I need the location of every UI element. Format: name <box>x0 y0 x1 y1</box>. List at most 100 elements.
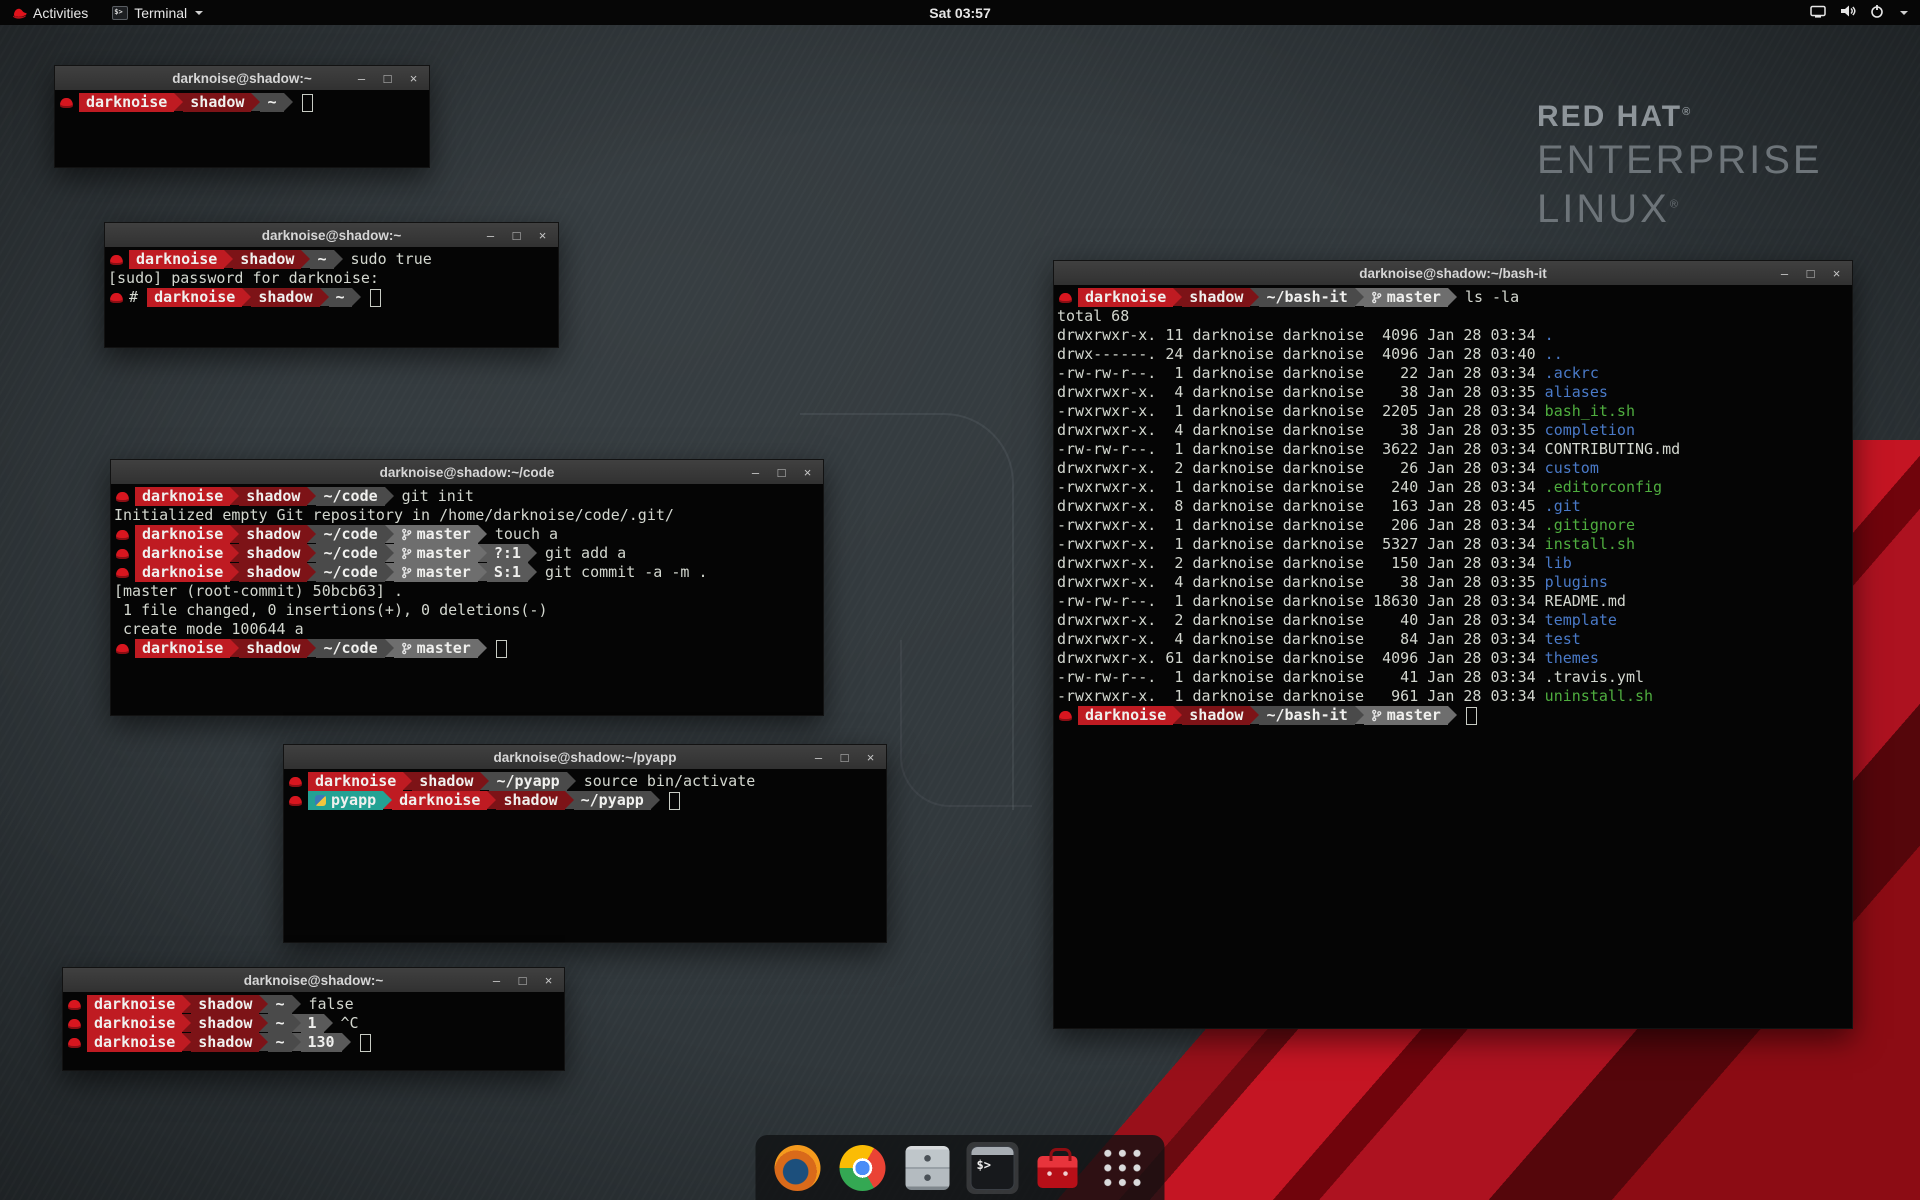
terminal-text: sudo true <box>351 250 432 269</box>
terminal-text: git init <box>402 487 474 506</box>
terminal-text: [sudo] password for darknoise: <box>108 269 388 288</box>
powerline-arrow <box>324 1014 333 1032</box>
terminal-text: ls -la <box>1465 288 1519 307</box>
terminal-text: drwx------. 24 darknoise darknoise 4096 … <box>1057 345 1545 364</box>
terminal-text: install.sh <box>1545 535 1635 554</box>
powerline-arrow <box>230 525 239 543</box>
prompt-segment-host: shadow <box>191 1033 259 1052</box>
prompt-segment-user: darknoise <box>87 1014 182 1033</box>
terminal-text: drwxrwxr-x. 2 darknoise darknoise 40 Jan… <box>1057 611 1545 630</box>
window-title: darknoise@shadow:~ <box>262 228 402 243</box>
minimize-button[interactable]: – <box>749 466 762 479</box>
window-titlebar[interactable]: darknoise@shadow:~/bash-it – □ × <box>1054 261 1852 286</box>
minimize-button[interactable]: – <box>490 974 503 987</box>
window-titlebar[interactable]: darknoise@shadow:~/pyapp – □ × <box>284 745 886 770</box>
prompt-segment-user: darknoise <box>308 772 403 791</box>
minimize-button[interactable]: – <box>484 229 497 242</box>
firefox-icon[interactable] <box>772 1142 824 1194</box>
terminal-icon[interactable]: $> <box>967 1142 1019 1194</box>
terminal-text: aliases <box>1545 383 1608 402</box>
window-titlebar[interactable]: darknoise@shadow:~ – □ × <box>55 66 429 91</box>
chevron-down-icon <box>1900 11 1908 15</box>
minimize-button[interactable]: – <box>1778 267 1791 280</box>
close-button[interactable]: × <box>864 751 877 764</box>
maximize-button[interactable]: □ <box>516 974 529 987</box>
redhat-prompt-icon <box>116 549 129 559</box>
close-button[interactable]: × <box>542 974 555 987</box>
system-status-area[interactable] <box>1810 0 1920 25</box>
window-titlebar[interactable]: darknoise@shadow:~/code – □ × <box>111 460 823 485</box>
redhat-prompt-icon <box>110 255 123 265</box>
dock: $> <box>756 1135 1165 1200</box>
terminal-body[interactable]: darknoiseshadow~/codegit initInitialized… <box>111 484 823 715</box>
redhat-branding: RED HAT® ENTERPRISE LINUX® <box>1537 100 1823 232</box>
prompt-segment-host: shadow <box>239 639 307 658</box>
window-title: darknoise@shadow:~ <box>172 71 312 86</box>
terminal-cursor <box>1466 707 1477 725</box>
terminal-text: .travis.yml <box>1545 668 1644 687</box>
powerline-arrow <box>528 563 537 581</box>
branding-line-2: ENTERPRISE <box>1537 138 1823 183</box>
close-button[interactable]: × <box>1830 267 1843 280</box>
terminal-text: completion <box>1545 421 1635 440</box>
terminal-line: darknoiseshadow~130 <box>66 1033 562 1052</box>
maximize-button[interactable]: □ <box>1804 267 1817 280</box>
terminal-window: darknoise@shadow:~ – □ × darknoiseshadow… <box>54 65 430 168</box>
chrome-icon[interactable] <box>837 1142 889 1194</box>
powerline-arrow <box>284 93 293 111</box>
powerline-arrow <box>487 791 496 809</box>
terminal-line: darknoiseshadow~/codemaster <box>114 639 821 658</box>
app-grid-icon[interactable] <box>1097 1142 1149 1194</box>
maximize-button[interactable]: □ <box>838 751 851 764</box>
redhat-prompt-icon <box>1059 293 1072 303</box>
redhat-prompt-icon <box>289 796 302 806</box>
powerline-arrow <box>1173 288 1182 306</box>
maximize-button[interactable]: □ <box>381 72 394 85</box>
terminal-text: ^C <box>341 1014 359 1033</box>
activities-button[interactable]: Activities <box>0 0 100 25</box>
close-button[interactable]: × <box>801 466 814 479</box>
terminal-text: drwxrwxr-x. 61 darknoise darknoise 4096 … <box>1057 649 1545 668</box>
terminal-text: create mode 100644 a <box>114 620 304 639</box>
powerline-arrow <box>342 1033 351 1051</box>
powerline-arrow <box>259 995 268 1013</box>
maximize-button[interactable]: □ <box>775 466 788 479</box>
prompt-segment-git: master <box>1364 288 1448 307</box>
terminal-body[interactable]: darknoiseshadow~/pyappsource bin/activat… <box>284 769 886 942</box>
app-menu[interactable]: $> Terminal <box>100 0 215 25</box>
redhat-prompt-icon <box>116 644 129 654</box>
toolbox-icon[interactable] <box>1032 1142 1084 1194</box>
window-titlebar[interactable]: darknoise@shadow:~ – □ × <box>63 968 564 993</box>
terminal-body[interactable]: darknoiseshadow~/bash-itmasterls -latota… <box>1054 285 1852 1028</box>
prompt-segment-stat: 1 <box>301 1014 324 1033</box>
prompt-segment-path: ~/bash-it <box>1259 706 1354 725</box>
terminal-text: -rw-rw-r--. 1 darknoise darknoise 22 Jan… <box>1057 364 1545 383</box>
redhat-prompt-icon <box>1059 711 1072 721</box>
terminal-text: drwxrwxr-x. 4 darknoise darknoise 38 Jan… <box>1057 383 1545 402</box>
terminal-body[interactable]: darknoiseshadow~sudo true[sudo] password… <box>105 247 558 347</box>
files-icon[interactable] <box>902 1142 954 1194</box>
redhat-prompt-icon <box>289 777 302 787</box>
terminal-line: darknoiseshadow~ <box>58 93 427 112</box>
clock[interactable]: Sat 03:57 <box>929 5 990 21</box>
powerline-arrow <box>301 250 310 268</box>
close-button[interactable]: × <box>407 72 420 85</box>
minimize-button[interactable]: – <box>355 72 368 85</box>
powerline-arrow <box>182 1033 191 1051</box>
minimize-button[interactable]: – <box>812 751 825 764</box>
maximize-button[interactable]: □ <box>510 229 523 242</box>
window-titlebar[interactable]: darknoise@shadow:~ – □ × <box>105 223 558 248</box>
terminal-line: drwxrwxr-x. 4 darknoise darknoise 38 Jan… <box>1057 421 1850 440</box>
terminal-text: -rwxrwxr-x. 1 darknoise darknoise 2205 J… <box>1057 402 1545 421</box>
prompt-segment-host: shadow <box>239 487 307 506</box>
powerline-arrow <box>478 563 487 581</box>
terminal-body[interactable]: darknoiseshadow~falsedarknoiseshadow~1^C… <box>63 992 564 1070</box>
terminal-body[interactable]: darknoiseshadow~ <box>55 90 429 167</box>
close-button[interactable]: × <box>536 229 549 242</box>
branding-line-1: RED HAT <box>1537 100 1682 133</box>
prompt-segment-user: darknoise <box>87 995 182 1014</box>
git-branch-icon <box>401 566 412 579</box>
powerline-arrow <box>320 288 329 306</box>
powerline-arrow <box>403 772 412 790</box>
window-title: darknoise@shadow:~ <box>244 973 384 988</box>
